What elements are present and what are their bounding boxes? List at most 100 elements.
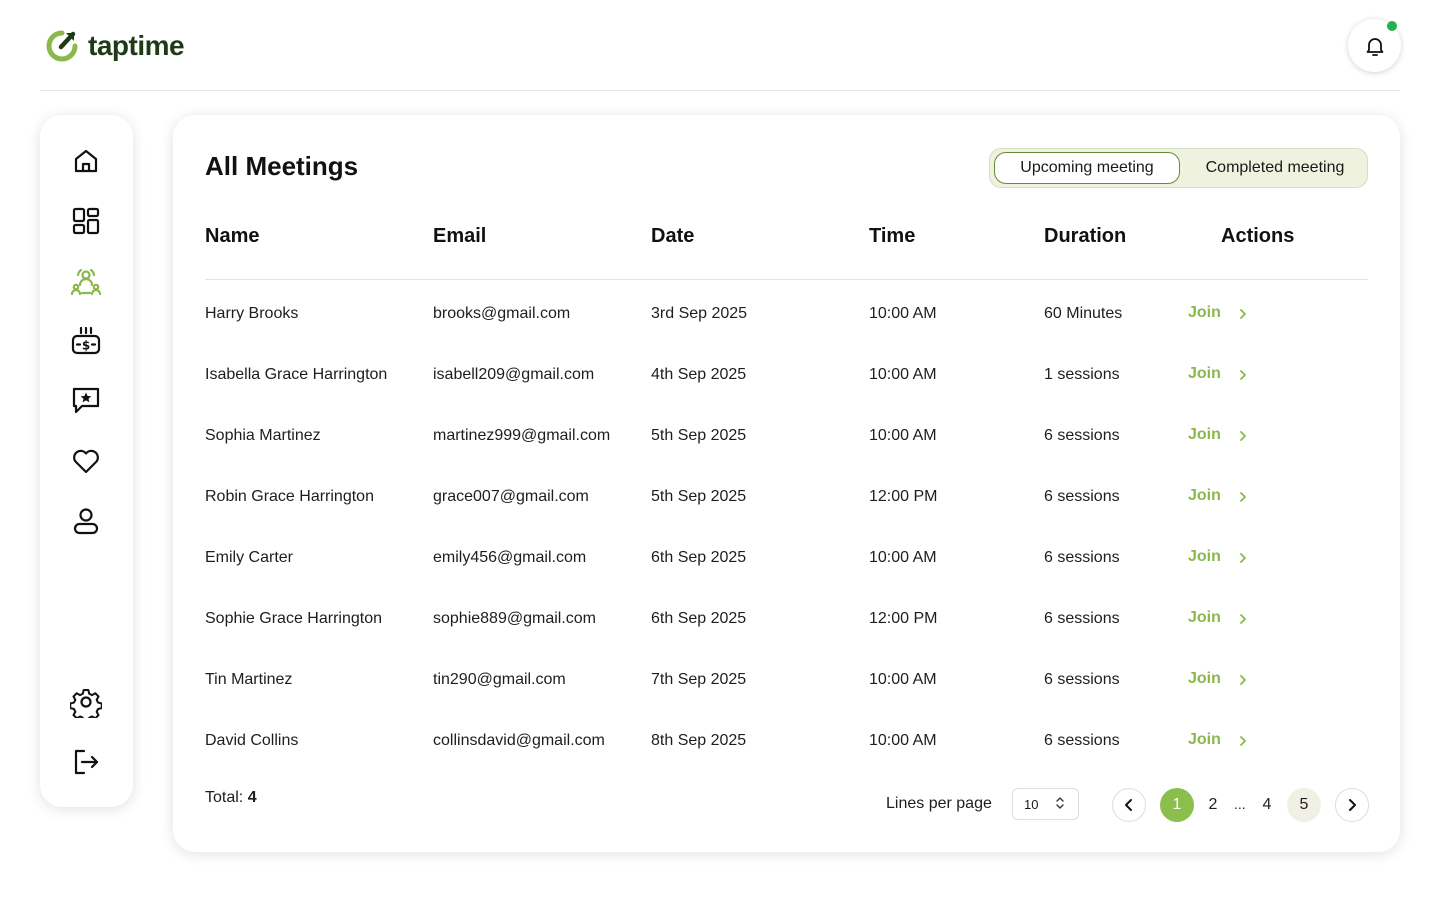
cell-email: tin290@gmail.com — [433, 671, 566, 688]
table-row: Isabella Grace Harrington isabell209@gmai… — [205, 365, 1368, 405]
column-header-email: Email — [433, 225, 487, 247]
bell-icon — [1366, 37, 1383, 56]
table-row: David Collins collinsdavid@gmail.com 8th S… — [205, 731, 1368, 771]
table-row: Tin Martinez tin290@gmail.com 7th Sep 2025… — [205, 670, 1368, 710]
join-button[interactable]: Join — [1188, 365, 1221, 383]
cell-duration: 6 sessions — [1044, 671, 1120, 688]
join-button[interactable]: Join — [1188, 304, 1221, 322]
header-divider — [205, 279, 1368, 280]
app-logo[interactable]: taptime — [44, 28, 185, 64]
page-title: All Meetings — [205, 151, 359, 181]
sidebar-item-meetings[interactable] — [68, 263, 104, 299]
cell-name: Robin Grace Harrington — [205, 488, 374, 505]
cell-email: martinez999@gmail.com — [433, 427, 611, 444]
cell-email: collinsdavid@gmail.com — [433, 732, 605, 749]
user-icon — [73, 508, 99, 535]
total-value: 4 — [247, 789, 257, 806]
cell-email: brooks@gmail.com — [433, 305, 571, 322]
cell-time: 10:00 AM — [869, 427, 937, 444]
cell-duration: 1 sessions — [1044, 366, 1120, 383]
sidebar-item-reviews[interactable] — [68, 382, 104, 418]
join-button[interactable]: Join — [1188, 670, 1221, 688]
join-button[interactable]: Join — [1188, 548, 1221, 566]
top-header: taptime — [40, 0, 1401, 91]
cell-date: 6th Sep 2025 — [651, 610, 747, 627]
chevron-right-icon[interactable] — [1237, 611, 1249, 627]
column-header-duration: Duration — [1044, 225, 1127, 247]
meetings-icon — [70, 268, 102, 296]
sidebar-item-logout[interactable] — [68, 744, 104, 780]
chevron-right-icon[interactable] — [1237, 672, 1249, 688]
home-icon — [74, 149, 98, 173]
cell-date: 4th Sep 2025 — [651, 366, 747, 383]
join-button[interactable]: Join — [1188, 731, 1221, 749]
tab-completed-meeting[interactable]: Completed meeting — [1184, 152, 1366, 184]
sidebar-item-billing[interactable]: $ — [68, 323, 104, 359]
join-button[interactable]: Join — [1188, 487, 1221, 505]
logo-icon — [46, 30, 78, 62]
cell-email: isabell209@gmail.com — [433, 366, 595, 383]
sidebar-item-profile[interactable] — [68, 503, 104, 539]
chevron-right-icon[interactable] — [1237, 428, 1249, 444]
chevron-right-icon — [1349, 799, 1356, 811]
cell-time: 12:00 PM — [869, 488, 938, 505]
cell-time: 10:00 AM — [869, 732, 937, 749]
cell-name: Sophia Martinez — [205, 427, 321, 444]
page-5-button[interactable]: 5 — [1287, 788, 1321, 822]
notification-dot — [1387, 21, 1397, 31]
cell-duration: 6 sessions — [1044, 427, 1120, 444]
page-1-button[interactable]: 1 — [1160, 788, 1194, 822]
cell-duration: 6 sessions — [1044, 732, 1120, 749]
join-button[interactable]: Join — [1188, 609, 1221, 627]
cell-time: 12:00 PM — [869, 610, 938, 627]
meeting-type-toggle: Upcoming meeting Completed meeting — [989, 148, 1368, 188]
table-row: Robin Grace Harrington grace007@gmail.com… — [205, 487, 1368, 527]
cell-date: 5th Sep 2025 — [651, 488, 747, 505]
cell-duration: 6 sessions — [1044, 549, 1120, 566]
lines-per-page-value: 10 — [1024, 796, 1039, 812]
sidebar-item-favorites[interactable] — [68, 443, 104, 479]
cell-email: emily456@gmail.com — [433, 549, 587, 566]
cell-email: grace007@gmail.com — [433, 488, 589, 505]
total-count: Total: 4 — [205, 789, 257, 807]
sidebar-item-settings[interactable] — [68, 684, 104, 720]
reviews-icon — [72, 387, 100, 414]
chevron-right-icon[interactable] — [1237, 367, 1249, 383]
next-page-button[interactable] — [1335, 788, 1369, 822]
lines-per-page-select[interactable]: 10 — [1012, 788, 1079, 820]
chevron-right-icon[interactable] — [1237, 489, 1249, 505]
app-name: taptime — [88, 30, 185, 61]
column-header-date: Date — [651, 225, 695, 247]
cell-date: 6th Sep 2025 — [651, 549, 747, 566]
gear-icon — [70, 689, 102, 718]
cell-name: Tin Martinez — [205, 671, 293, 688]
table-row: Sophie Grace Harrington sophie889@gmail.c… — [205, 609, 1368, 649]
column-header-time: Time — [869, 225, 916, 247]
pagination-ellipsis: ... — [1234, 796, 1246, 812]
tab-upcoming-meeting[interactable]: Upcoming meeting — [994, 152, 1180, 184]
sidebar-item-home[interactable] — [68, 143, 104, 179]
notifications-button[interactable] — [1348, 19, 1401, 72]
cell-date: 5th Sep 2025 — [651, 427, 747, 444]
chevron-right-icon[interactable] — [1237, 306, 1249, 322]
dashboard-icon — [72, 207, 100, 235]
page-2-button[interactable]: 2 — [1196, 788, 1230, 822]
table-row: Sophia Martinez martinez999@gmail.com 5th … — [205, 426, 1368, 466]
billing-icon: $ — [71, 326, 101, 355]
cell-date: 7th Sep 2025 — [651, 671, 747, 688]
cell-duration: 6 sessions — [1044, 488, 1120, 505]
chevron-right-icon[interactable] — [1237, 733, 1249, 749]
cell-time: 10:00 AM — [869, 671, 937, 688]
lines-per-page-label: Lines per page — [886, 795, 992, 812]
meetings-card: All Meetings Upcoming meeting Completed … — [173, 115, 1400, 852]
cell-time: 10:00 AM — [869, 305, 937, 322]
chevron-right-icon[interactable] — [1237, 550, 1249, 566]
cell-email: sophie889@gmail.com — [433, 610, 596, 627]
cell-duration: 6 sessions — [1044, 610, 1120, 627]
table-row: Emily Carter emily456@gmail.com 6th Sep 20… — [205, 548, 1368, 588]
cell-name: Emily Carter — [205, 549, 294, 566]
previous-page-button[interactable] — [1112, 788, 1146, 822]
page-4-button[interactable]: 4 — [1250, 788, 1284, 822]
join-button[interactable]: Join — [1188, 426, 1221, 444]
sidebar-item-dashboard[interactable] — [68, 203, 104, 239]
